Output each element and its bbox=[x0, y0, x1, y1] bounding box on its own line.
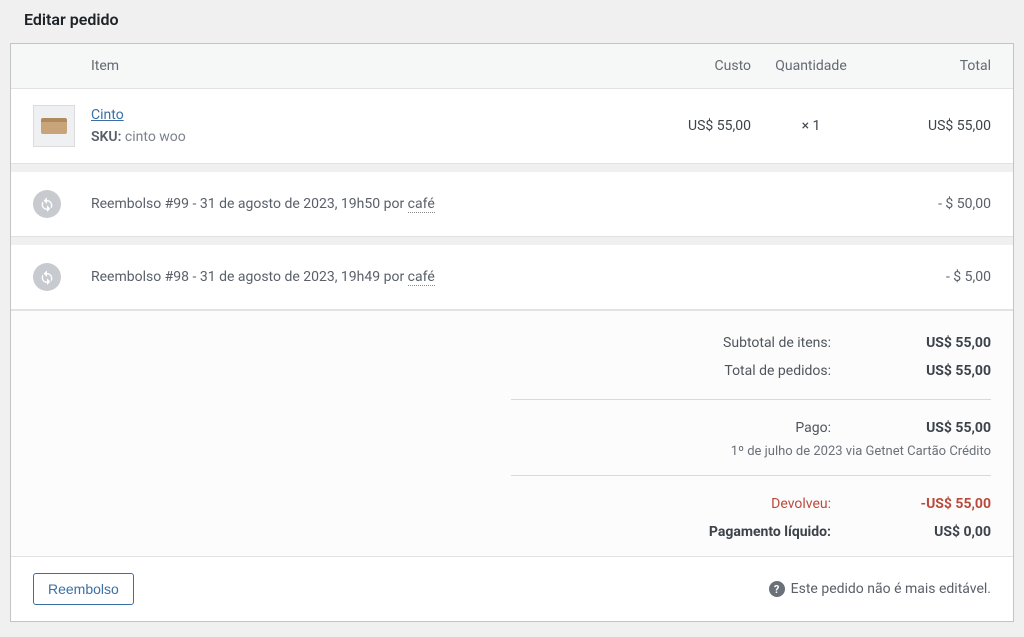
refund-icon bbox=[33, 190, 61, 218]
page-title: Editar pedido bbox=[0, 0, 1024, 43]
header-total: Total bbox=[871, 58, 991, 74]
totals-separator bbox=[511, 399, 991, 400]
refund-icon bbox=[33, 263, 61, 291]
refund-row: Reembolso #99 - 31 de agosto de 2023, 19… bbox=[11, 172, 1013, 237]
refund-amount: - $ 50,00 bbox=[871, 196, 991, 212]
refund-description: Reembolso #98 - 31 de agosto de 2023, 19… bbox=[91, 269, 871, 285]
refund-row: Reembolso #98 - 31 de agosto de 2023, 19… bbox=[11, 245, 1013, 310]
paid-meta: 1º de julho de 2023 via Getnet Cartão Cr… bbox=[511, 442, 991, 461]
panel-footer: Reembolso ? Este pedido não é mais editá… bbox=[11, 556, 1013, 621]
totals-separator bbox=[511, 475, 991, 476]
items-header-row: Item Custo Quantidade Total bbox=[11, 44, 1013, 89]
net-line: Pagamento líquido: US$ 0,00 bbox=[511, 518, 991, 546]
order-totals: Subtotal de itens: US$ 55,00 Total de pe… bbox=[11, 310, 1013, 556]
line-cost: US$ 55,00 bbox=[631, 118, 751, 134]
row-gap bbox=[11, 164, 1013, 172]
paid-line: Pago: US$ 55,00 bbox=[511, 414, 991, 442]
order-items-panel: Item Custo Quantidade Total Cinto SKU: c… bbox=[10, 43, 1014, 622]
not-editable-notice: ? Este pedido não é mais editável. bbox=[769, 581, 991, 597]
refund-amount: - $ 5,00 bbox=[871, 269, 991, 285]
product-thumbnail[interactable] bbox=[33, 105, 75, 147]
line-item-row: Cinto SKU: cinto woo US$ 55,00 × 1 US$ 5… bbox=[11, 89, 1013, 164]
line-total: US$ 55,00 bbox=[871, 118, 991, 134]
product-link[interactable]: Cinto bbox=[91, 107, 124, 123]
line-qty: × 1 bbox=[751, 118, 871, 134]
refund-button[interactable]: Reembolso bbox=[33, 573, 134, 605]
header-item: Item bbox=[91, 58, 631, 74]
refunded-line: Devolveu: -US$ 55,00 bbox=[511, 490, 991, 518]
order-total-line: Total de pedidos: US$ 55,00 bbox=[511, 357, 991, 385]
header-cost: Custo bbox=[631, 58, 751, 74]
help-icon[interactable]: ? bbox=[769, 581, 785, 597]
subtotal-line: Subtotal de itens: US$ 55,00 bbox=[511, 329, 991, 357]
refund-description: Reembolso #99 - 31 de agosto de 2023, 19… bbox=[91, 196, 871, 212]
product-sku: SKU: cinto woo bbox=[91, 129, 631, 145]
header-qty: Quantidade bbox=[751, 58, 871, 74]
row-gap bbox=[11, 237, 1013, 245]
